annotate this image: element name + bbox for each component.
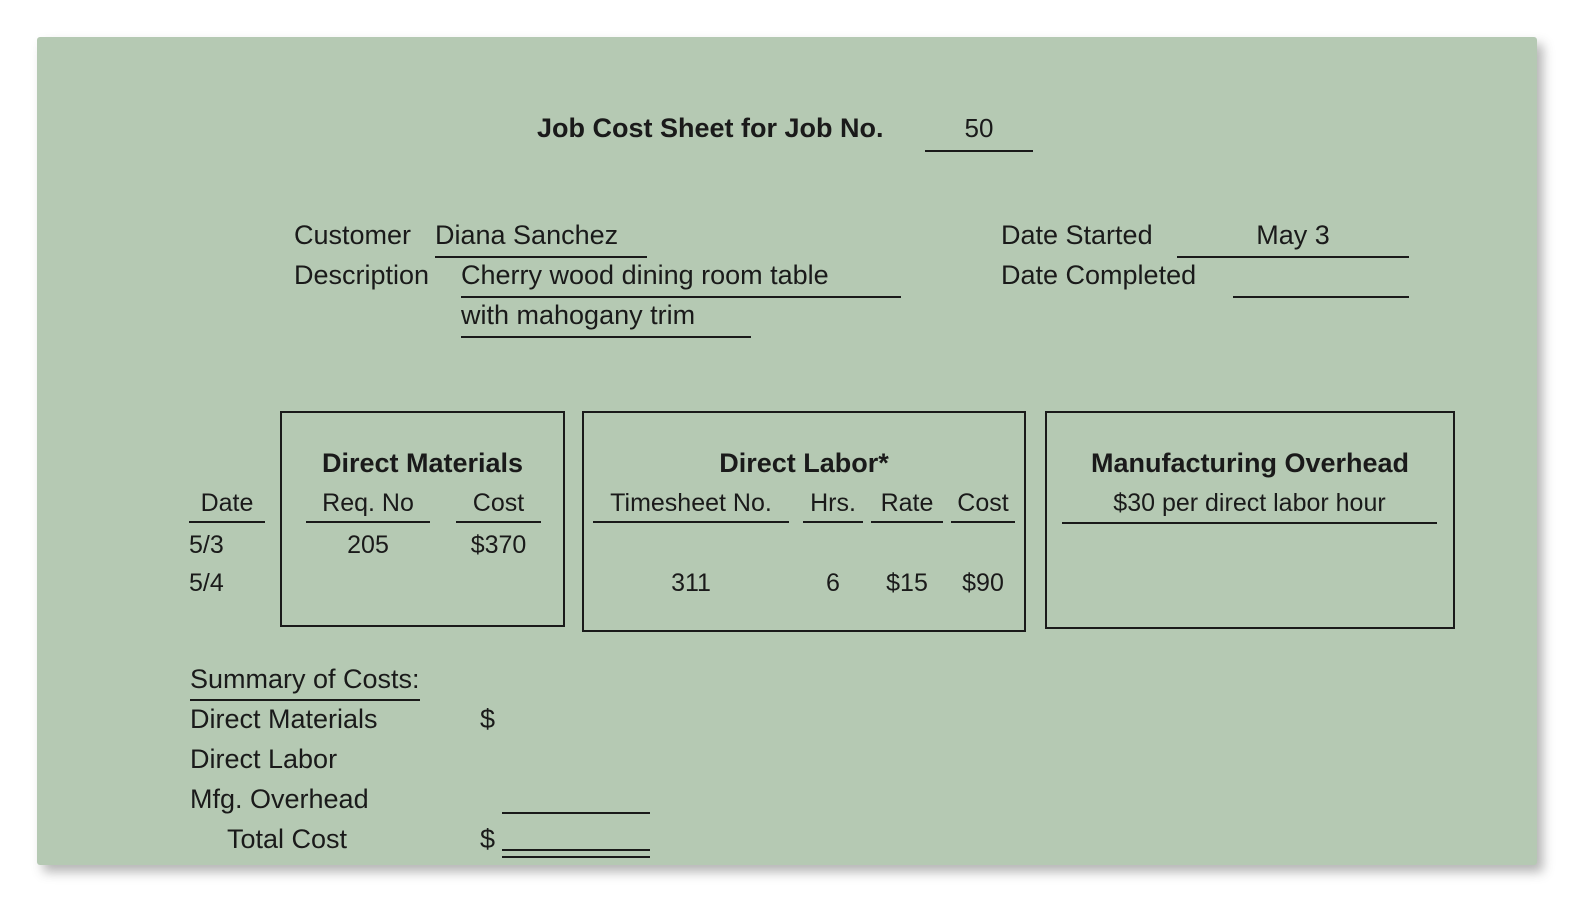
description-field-line-1[interactable]: Cherry wood dining room table	[461, 262, 901, 298]
manufacturing-overhead-rate: $30 per direct labor hour	[1062, 491, 1437, 524]
column-header-hrs: Hrs.	[803, 491, 863, 523]
description-label: Description	[294, 260, 430, 290]
total-cost-top-rule	[502, 812, 650, 814]
date-started-field[interactable]: May 3	[1177, 222, 1409, 258]
direct-labor-title: Direct Labor*	[719, 448, 889, 478]
column-header-rate: Rate	[871, 491, 943, 523]
summary-label-mfg-overhead: Mfg. Overhead	[190, 784, 369, 814]
direct-materials-title: Direct Materials	[321, 448, 524, 478]
summary-label-direct-materials: Direct Materials	[190, 704, 378, 734]
cell-rate-row-2: $15	[886, 569, 928, 597]
date-completed-label: Date Completed	[1001, 260, 1197, 290]
job-number-field[interactable]: 50	[925, 113, 1033, 152]
cell-materials-cost-row-1: $370	[470, 531, 527, 559]
manufacturing-overhead-title: Manufacturing Overhead	[1090, 448, 1410, 478]
page-title: Job Cost Sheet for Job No.	[537, 113, 884, 143]
summary-label-total-cost: Total Cost	[227, 824, 348, 854]
cell-req-no-row-1: 205	[347, 531, 389, 559]
cell-hrs-row-2: 6	[826, 569, 840, 597]
summary-dollar-sign-total-cost: $	[480, 824, 496, 854]
column-header-date: Date	[189, 491, 265, 523]
cell-date-row-2: 5/4	[189, 569, 224, 597]
date-started-label: Date Started	[1001, 220, 1153, 250]
summary-label-direct-labor: Direct Labor	[190, 744, 338, 774]
column-header-labor-cost: Cost	[951, 491, 1015, 523]
cell-labor-cost-row-2: $90	[962, 569, 1004, 597]
cell-date-row-1: 5/3	[189, 531, 224, 559]
job-cost-sheet-card: Job Cost Sheet for Job No. 50 Customer D…	[37, 37, 1537, 865]
column-header-req-no: Req. No	[306, 491, 430, 523]
total-cost-double-rule	[502, 849, 650, 858]
summary-of-costs-title: Summary of Costs:	[190, 666, 420, 701]
column-header-materials-cost: Cost	[456, 491, 541, 523]
column-header-timesheet-no: Timesheet No.	[593, 491, 789, 523]
description-field-line-2[interactable]: with mahogany trim	[461, 302, 751, 338]
customer-field[interactable]: Diana Sanchez	[435, 222, 647, 258]
cell-timesheet-no-row-2: 311	[671, 569, 711, 597]
date-completed-field[interactable]	[1233, 262, 1409, 298]
summary-dollar-sign-direct-materials: $	[480, 704, 496, 734]
customer-label: Customer	[294, 220, 412, 250]
